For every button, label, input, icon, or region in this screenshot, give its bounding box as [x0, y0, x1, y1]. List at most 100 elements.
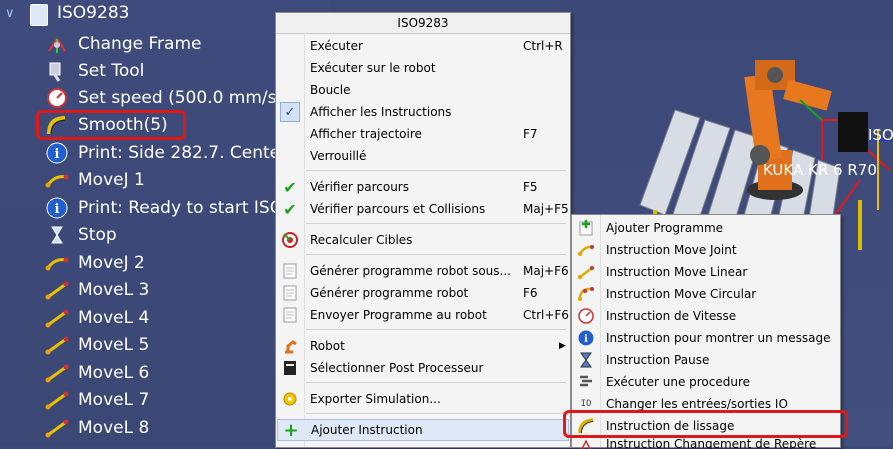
menu-item-post-processeur[interactable]: Sélectionner Post Processeur	[276, 357, 570, 379]
menu-item-shortcut: F6	[523, 286, 538, 300]
menu-item-verifier-collisions[interactable]: ✔ Vérifier parcours et Collisions Maj+F5	[276, 198, 570, 220]
menu-item-label: Instruction Move Linear	[606, 265, 748, 279]
menu-item-shortcut: Ctrl+R	[523, 39, 563, 53]
tree-item-label: Change Frame	[78, 34, 202, 54]
add-plus-icon: +	[283, 419, 299, 441]
submenu-item-move-circular[interactable]: Instruction Move Circular	[572, 283, 840, 305]
tree-item-stop[interactable]: Stop	[44, 222, 117, 248]
tree-item-label: MoveL 5	[78, 335, 150, 355]
submenu-item-procedure[interactable]: Exécuter une procedure	[572, 371, 840, 393]
tree-item-movel-4[interactable]: MoveL 4	[44, 305, 149, 331]
info-icon: i	[578, 330, 594, 346]
menu-item-shortcut: F7	[523, 127, 538, 141]
iso-label: ISO	[868, 126, 893, 144]
set-tool-icon	[44, 60, 70, 82]
menu-item-verifier-parcours[interactable]: ✔ Vérifier parcours F5	[276, 176, 570, 198]
tree-item-movel-8[interactable]: MoveL 8	[44, 415, 149, 441]
speed-gauge-icon	[578, 308, 594, 324]
menu-item-generer[interactable]: Générer programme robot F6	[276, 282, 570, 304]
collapse-chevron-icon[interactable]: ∨	[5, 6, 15, 21]
menu-item-label: Robot	[310, 339, 345, 353]
document-icon	[282, 307, 298, 323]
move-circular-icon	[578, 286, 594, 302]
tree-item-movel-3[interactable]: MoveL 3	[44, 277, 149, 303]
svg-text:i: i	[55, 147, 60, 162]
tree-item-set-tool[interactable]: Set Tool	[44, 58, 144, 84]
submenu-item-vitesse[interactable]: Instruction de Vitesse	[572, 305, 840, 327]
tree-item-set-speed[interactable]: Set speed (500.0 mm/s)	[44, 85, 283, 111]
menu-item-label: Générer programme robot sous...	[310, 264, 511, 278]
info-icon: i	[44, 197, 70, 219]
tree-item-label: MoveL 3	[78, 280, 150, 300]
menu-item-label: Exécuter une procedure	[606, 375, 751, 389]
procedure-icon	[578, 374, 594, 390]
move-joint-icon	[44, 169, 70, 191]
svg-text:i: i	[55, 202, 60, 217]
tree-item-change-frame[interactable]: Change Frame	[44, 31, 201, 57]
menu-item-envoyer[interactable]: Envoyer Programme au robot Ctrl+F6	[276, 304, 570, 326]
submenu-item-ajouter-programme[interactable]: Ajouter Programme	[572, 217, 840, 239]
program-file-icon	[30, 4, 48, 26]
menu-item-label: Envoyer Programme au robot	[310, 308, 487, 322]
tree-item-movel-7[interactable]: MoveL 7	[44, 387, 149, 413]
context-menu-title: ISO9283	[276, 13, 570, 34]
menu-item-recalculer-cibles[interactable]: Recalculer Cibles	[276, 229, 570, 251]
tree-item-print-ready[interactable]: i Print: Ready to start ISO S	[44, 195, 299, 221]
document-icon	[282, 263, 298, 279]
tree-item-print-side[interactable]: i Print: Side 282.7. Center 4	[44, 140, 303, 166]
tree-item-label: Print: Ready to start ISO S	[78, 198, 300, 218]
menu-item-generer-sous[interactable]: Générer programme robot sous... Maj+F6	[276, 260, 570, 282]
menu-item-label: Instruction Pause	[606, 353, 710, 367]
menu-item-boucle[interactable]: Boucle	[276, 79, 570, 101]
submenu-item-changement-repere[interactable]: Instruction Changement de Repère	[572, 437, 840, 449]
tree-item-label: Set speed (500.0 mm/s)	[78, 88, 284, 108]
menu-item-executer[interactable]: Exécuter Ctrl+R	[276, 35, 570, 57]
add-program-icon	[578, 220, 594, 236]
tree-item-movej-1[interactable]: MoveJ 1	[44, 167, 145, 193]
menu-item-afficher-trajectoire[interactable]: Afficher trajectoire F7	[276, 123, 570, 145]
menu-item-executer-robot[interactable]: Exécuter sur le robot	[276, 57, 570, 79]
tree-item-label: MoveL 6	[78, 363, 150, 383]
robot-label: KUKA KR 6 R70	[763, 161, 877, 179]
menu-item-label: Instruction Move Joint	[606, 243, 737, 257]
menu-item-label: Exécuter sur le robot	[310, 61, 436, 75]
menu-item-label: Verrouillé	[310, 149, 367, 163]
green-check-icon: ✔	[283, 177, 297, 197]
tree-item-label: Stop	[78, 225, 117, 245]
tree-item-movel-6[interactable]: MoveL 6	[44, 360, 149, 386]
menu-item-label: Instruction Move Circular	[606, 287, 757, 301]
menu-item-label: Ajouter Programme	[606, 221, 724, 235]
menu-item-afficher-instructions[interactable]: ✓ Afficher les Instructions	[276, 101, 570, 123]
menu-item-label: Ajouter Instruction	[311, 423, 423, 437]
submenu-item-message[interactable]: i Instruction pour montrer un message	[572, 327, 840, 349]
menu-item-shortcut: Maj+F6	[523, 264, 569, 278]
submenu-item-pause[interactable]: Instruction Pause	[572, 349, 840, 371]
menu-item-label: Vérifier parcours et Collisions	[310, 202, 486, 216]
move-linear-icon	[44, 279, 70, 301]
svg-text:i: i	[584, 334, 588, 345]
menu-item-robot[interactable]: Robot ▶	[276, 335, 570, 357]
tree-item-movel-5[interactable]: MoveL 5	[44, 332, 149, 358]
move-linear-icon	[44, 417, 70, 439]
submenu-item-move-joint[interactable]: Instruction Move Joint	[572, 239, 840, 261]
annotation-highlight-smooth	[36, 110, 186, 140]
speed-gauge-icon	[44, 87, 70, 109]
menu-item-label: Générer programme robot	[310, 286, 469, 300]
tree-item-label: MoveL 7	[78, 390, 150, 410]
menu-item-exporter-simulation[interactable]: Exporter Simulation...	[276, 388, 570, 410]
menu-item-label: Recalculer Cibles	[310, 233, 413, 247]
hourglass-icon	[44, 224, 70, 246]
tree-item-movej-2[interactable]: MoveJ 2	[44, 250, 145, 276]
tree-item-label: MoveL 8	[78, 418, 150, 438]
robot-arm-icon	[282, 338, 298, 354]
menu-item-label: Vérifier parcours	[310, 180, 409, 194]
menu-item-label: Boucle	[310, 83, 351, 97]
menu-item-verrouille[interactable]: Verrouillé	[276, 145, 570, 167]
submenu-item-move-linear[interactable]: Instruction Move Linear	[572, 261, 840, 283]
menu-item-ajouter-instruction[interactable]: + Ajouter Instruction	[277, 419, 569, 441]
menu-item-label: Instruction Changement de Repère	[606, 437, 817, 449]
move-linear-icon	[578, 264, 594, 280]
move-joint-icon	[578, 242, 594, 258]
menu-item-label: Afficher trajectoire	[310, 127, 422, 141]
target-icon	[282, 232, 298, 248]
